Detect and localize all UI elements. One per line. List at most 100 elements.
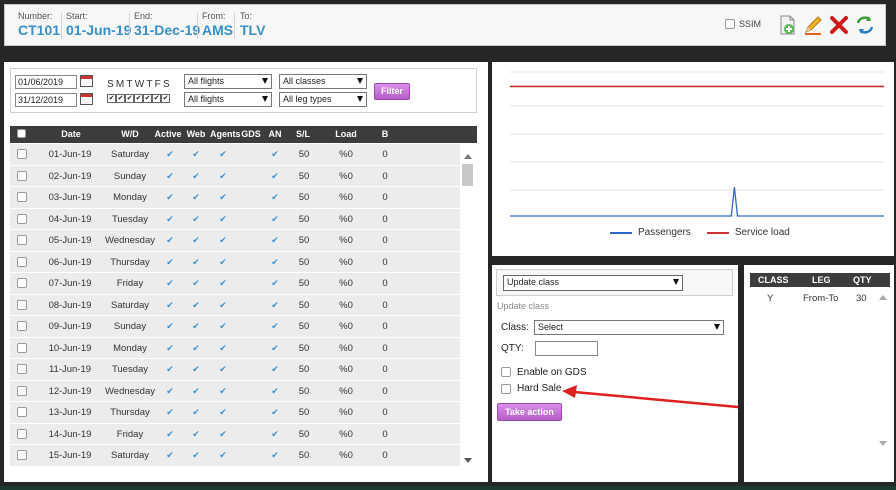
- flights-select[interactable]: All flights: [184, 74, 272, 89]
- weekday-checkbox[interactable]: ✔: [134, 94, 143, 103]
- table-row[interactable]: 06-Jun-19 Thursday ✔ ✔ ✔ ✔ 50 %0 0: [10, 251, 460, 273]
- table-scrollbar[interactable]: [461, 148, 475, 468]
- flights-select-value: All flights: [188, 76, 225, 86]
- select-all-checkbox[interactable]: [17, 129, 26, 138]
- hard-sale-checkbox[interactable]: [501, 384, 511, 394]
- delete-x-icon[interactable]: [828, 14, 850, 36]
- cell-wd: Sunday: [113, 321, 147, 332]
- row-checkbox[interactable]: [17, 170, 27, 181]
- action-panel: Update class Update class Class: Select …: [492, 265, 738, 482]
- cell-an: ✔: [271, 385, 279, 396]
- cell-date: 13-Jun-19: [48, 407, 92, 418]
- cell-b: 0: [382, 235, 388, 246]
- cell-b: 0: [382, 385, 388, 397]
- row-checkbox[interactable]: [17, 213, 27, 224]
- weekday-checkbox[interactable]: ✔: [143, 94, 152, 103]
- table-row[interactable]: 11-Jun-19 Tuesday ✔ ✔ ✔ ✔ 50 %0 0: [10, 359, 460, 381]
- action-select[interactable]: Update class: [503, 275, 683, 291]
- cell-agents: ✔: [219, 170, 227, 181]
- date-to-input[interactable]: 31/12/2019: [15, 93, 77, 107]
- date-from-input[interactable]: 01/06/2019: [15, 75, 77, 89]
- table-row[interactable]: 08-Jun-19 Saturday ✔ ✔ ✔ ✔ 50 %0 0: [10, 294, 460, 316]
- weekday-checkbox[interactable]: ✔: [107, 94, 116, 103]
- row-checkbox[interactable]: [17, 256, 27, 267]
- flights-select-2[interactable]: All flights: [184, 92, 272, 107]
- flight-header: Number: CT101 Start: 01-Jun-19 End: 31-D…: [4, 4, 886, 46]
- qty-input[interactable]: [535, 341, 598, 356]
- refresh-arrows-icon[interactable]: [854, 14, 876, 36]
- row-checkbox[interactable]: [17, 299, 27, 310]
- class-select[interactable]: Select: [534, 320, 724, 335]
- cell-web: ✔: [192, 342, 200, 353]
- col-sl: S/L: [295, 129, 310, 139]
- table-row[interactable]: 15-Jun-19 Saturday ✔ ✔ ✔ ✔ 50 %0 0: [10, 445, 460, 467]
- scroll-down-icon[interactable]: [464, 458, 472, 463]
- schedule-table-header: Date W/D Active Web Agents GDS AN S/L Lo…: [10, 126, 477, 143]
- table-row[interactable]: 09-Jun-19 Sunday ✔ ✔ ✔ ✔ 50 %0 0: [10, 316, 460, 338]
- row-checkbox[interactable]: [17, 428, 27, 439]
- calendar-icon[interactable]: [80, 75, 93, 87]
- cell-load: %0: [339, 450, 353, 461]
- header-divider: [61, 13, 62, 39]
- ssim-checkbox[interactable]: [725, 19, 735, 29]
- row-checkbox[interactable]: [17, 149, 27, 159]
- action-select-value: Update class: [507, 277, 560, 287]
- cell-date: 08-Jun-19: [48, 299, 92, 311]
- row-checkbox[interactable]: [17, 192, 27, 202]
- classes-select[interactable]: All classes: [279, 74, 367, 89]
- calendar-icon[interactable]: [80, 93, 93, 105]
- scroll-up-icon[interactable]: [464, 154, 472, 159]
- cell-date: 09-Jun-19: [48, 321, 92, 332]
- table-row[interactable]: 14-Jun-19 Friday ✔ ✔ ✔ ✔ 50 %0 0: [10, 423, 460, 445]
- table-row[interactable]: 04-Jun-19 Tuesday ✔ ✔ ✔ ✔ 50 %0 0: [10, 208, 460, 230]
- cell-sl: 50: [298, 364, 310, 375]
- cell-web: ✔: [192, 235, 200, 245]
- row-checkbox[interactable]: [17, 385, 27, 396]
- table-row[interactable]: 12-Jun-19 Wednesday ✔ ✔ ✔ ✔ 50 %0 0: [10, 380, 460, 402]
- take-action-button[interactable]: Take action: [497, 403, 562, 421]
- table-row[interactable]: 03-Jun-19 Monday ✔ ✔ ✔ ✔ 50 %0 0: [10, 187, 460, 209]
- class-table-scrollbar[interactable]: [876, 289, 890, 451]
- table-row[interactable]: 02-Jun-19 Sunday ✔ ✔ ✔ ✔ 50 %0 0: [10, 165, 460, 187]
- table-row[interactable]: 10-Jun-19 Monday ✔ ✔ ✔ ✔ 50 %0 0: [10, 337, 460, 359]
- edit-pencil-icon[interactable]: [802, 14, 824, 36]
- cell-load: %0: [339, 278, 353, 289]
- weekday-checkbox[interactable]: ✔: [152, 94, 161, 103]
- cell-agents: ✔: [219, 428, 227, 439]
- row-checkbox[interactable]: [17, 407, 27, 417]
- scroll-down-icon[interactable]: [879, 441, 887, 446]
- weekday-checkbox[interactable]: ✔: [116, 94, 125, 103]
- ssim-toggle[interactable]: SSIM: [725, 19, 761, 29]
- cell-agents: ✔: [219, 278, 227, 288]
- cell-b: 0: [382, 407, 388, 418]
- leg-types-select[interactable]: All leg types: [279, 92, 367, 107]
- cell-date: 05-Jun-19: [48, 235, 92, 246]
- table-row[interactable]: 01-Jun-19 Saturday ✔ ✔ ✔ ✔ 50 %0 0: [10, 144, 460, 166]
- row-checkbox[interactable]: [17, 364, 27, 374]
- scroll-up-icon[interactable]: [879, 295, 887, 300]
- weekday-checkbox[interactable]: ✔: [161, 94, 170, 103]
- cell-sl: 50: [298, 342, 310, 354]
- row-checkbox[interactable]: [17, 321, 27, 331]
- table-row[interactable]: 05-Jun-19 Wednesday ✔ ✔ ✔ ✔ 50 %0 0: [10, 230, 460, 252]
- header-divider: [197, 13, 198, 39]
- enable-gds-checkbox[interactable]: [501, 367, 511, 377]
- flights-select-value: All flights: [188, 94, 225, 104]
- cell-wd: Saturday: [110, 299, 150, 311]
- table-row[interactable]: 07-Jun-19 Friday ✔ ✔ ✔ ✔ 50 %0 0: [10, 273, 460, 295]
- cell-web: ✔: [192, 149, 200, 159]
- scrollbar-thumb[interactable]: [462, 164, 473, 186]
- table-row[interactable]: 13-Jun-19 Thursday ✔ ✔ ✔ ✔ 50 %0 0: [10, 402, 460, 424]
- row-checkbox[interactable]: [17, 278, 27, 288]
- row-checkbox[interactable]: [17, 342, 27, 353]
- cell-wd: Monday: [113, 342, 147, 354]
- add-document-icon[interactable]: [776, 14, 798, 36]
- from-label: From:: [202, 11, 226, 21]
- cell-an: ✔: [271, 149, 279, 159]
- row-checkbox[interactable]: [17, 235, 27, 245]
- filter-button[interactable]: Filter: [374, 83, 410, 100]
- cell-active: ✔: [166, 278, 174, 288]
- to-field: To: TLV: [240, 11, 265, 41]
- weekday-checkbox[interactable]: ✔: [125, 94, 134, 103]
- row-checkbox[interactable]: [17, 450, 27, 460]
